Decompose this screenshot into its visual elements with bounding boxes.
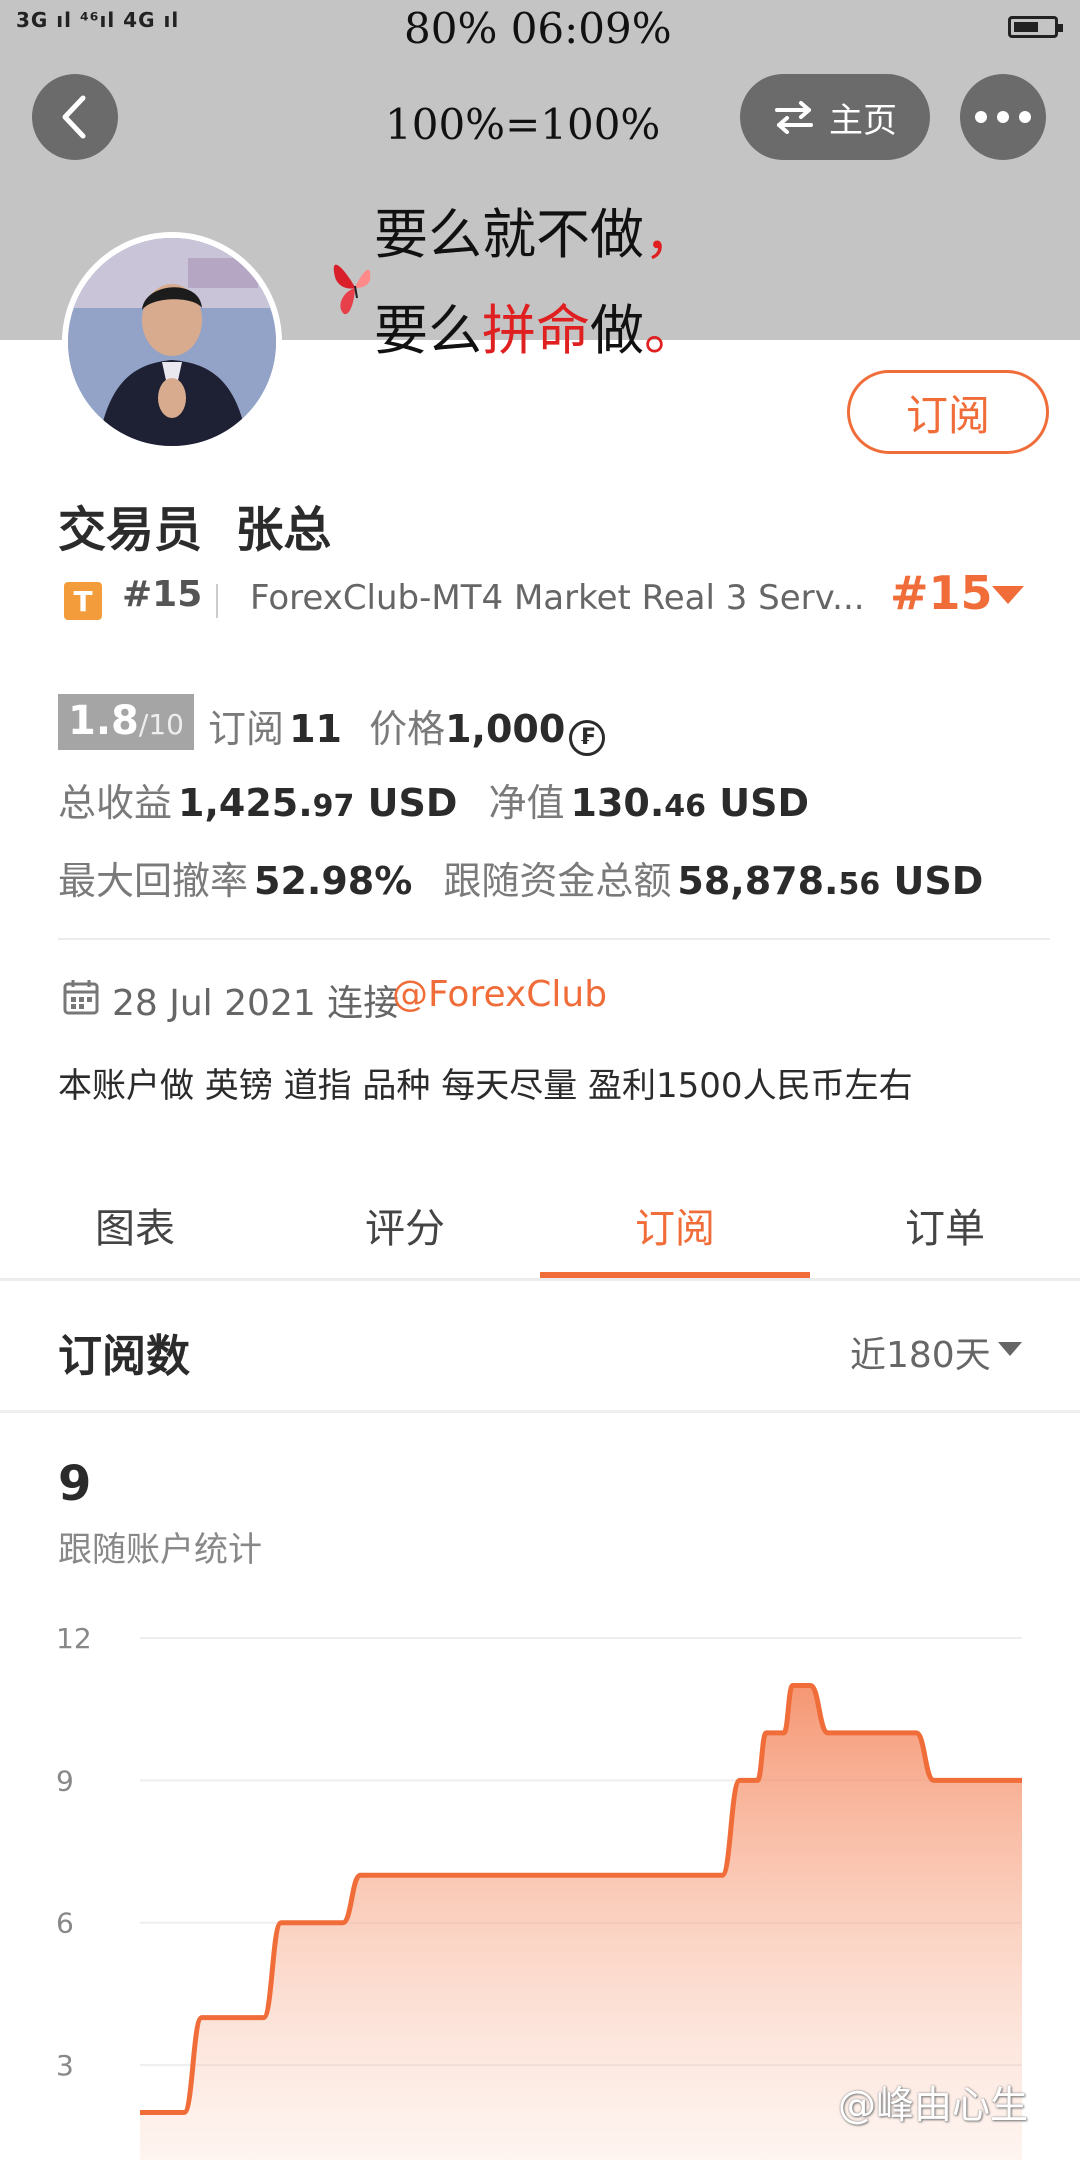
drawdown-row: 最大回撤率 52.98% 跟随资金总额 58,878.56 USD	[58, 850, 983, 905]
banner-line3-d: 。	[644, 299, 698, 362]
broker-link[interactable]: @ForexClub	[392, 974, 607, 1015]
subscribe-button[interactable]: 订阅	[847, 370, 1049, 454]
home-button-label: 主页	[829, 100, 897, 141]
battery-icon	[1008, 16, 1063, 38]
signal-status: 3G ıl ⁴⁶ıl 4G ıl	[16, 8, 180, 32]
tab-rating[interactable]: 评分	[270, 1196, 540, 1254]
banner-line3-b: 拼命	[482, 299, 590, 362]
chevron-left-icon	[62, 95, 86, 139]
butterfly-icon	[333, 264, 371, 315]
banner-line1: 100%=100%	[385, 100, 661, 149]
banner-line3: 要么拼命做。	[374, 286, 698, 365]
calendar-icon	[63, 980, 99, 1015]
equity-dec: 46	[664, 789, 707, 824]
subs-price-row: 订阅 11 价格1,000 ₣	[208, 698, 606, 756]
drawdown-value: 52.98%	[254, 859, 413, 903]
equity-label: 净值	[488, 781, 565, 825]
funds-label: 跟随资金总额	[443, 859, 672, 903]
trader-name: 交易员 张总	[58, 502, 332, 558]
score-badge: 1.8/10	[58, 694, 194, 750]
rank-label: #15	[122, 574, 203, 615]
equity-value: 130.46 USD	[571, 781, 810, 825]
funds-int: 58,878.	[677, 859, 839, 903]
home-button[interactable]: 主页	[740, 74, 930, 160]
drawdown-label: 最大回撤率	[58, 859, 249, 903]
y-tick-label: 9	[56, 1764, 74, 1797]
subs-value: 11	[289, 707, 342, 751]
y-tick-label: 6	[56, 1907, 74, 1940]
account-description: 本账户做 英镑 道指 品种 每天尽量 盈利1500人民币左右	[58, 1066, 913, 1106]
section-divider	[0, 1410, 1080, 1413]
tabs-divider	[0, 1278, 1080, 1281]
banner-line3-a: 要么	[374, 299, 482, 362]
banner-line2-comma: ，	[644, 203, 698, 266]
tab-chart[interactable]: 图表	[0, 1196, 270, 1254]
avatar-photo	[68, 238, 276, 446]
income-value: 1,425.97 USD	[178, 781, 457, 825]
avatar	[62, 232, 282, 452]
banner-top-text: 80% 06:09%	[404, 4, 672, 53]
score-max: /10	[138, 708, 184, 741]
period-dropdown[interactable]: 近180天	[850, 1326, 991, 1378]
caret-down-icon[interactable]	[998, 1342, 1022, 1356]
coin-icon: ₣	[569, 719, 606, 756]
banner-line2: 要么就不做，	[374, 190, 698, 269]
connected-date: 28 Jul 2021 连接	[112, 983, 400, 1024]
section-title: 订阅数	[58, 1331, 190, 1382]
income-int: 1,425.	[178, 781, 313, 825]
equity-unit: USD	[706, 781, 810, 825]
chart-y-axis: 12 9 6 3	[56, 1622, 92, 2082]
rank-dropdown[interactable]: #15	[890, 566, 993, 620]
tab-orders[interactable]: 订单	[810, 1196, 1080, 1254]
banner-line2-text: 要么就不做	[374, 203, 644, 266]
caret-down-icon[interactable]	[992, 586, 1024, 604]
subs-label: 订阅	[208, 707, 285, 751]
trader-type-badge: T	[64, 582, 102, 620]
more-dots-icon	[975, 111, 1031, 123]
more-button[interactable]	[960, 74, 1046, 160]
y-tick-label: 3	[56, 2049, 74, 2082]
follower-count: 9	[58, 1456, 92, 1512]
price-label: 价格	[369, 707, 446, 751]
price-value: 1,000	[445, 707, 566, 751]
tab-subscription[interactable]: 订阅	[540, 1196, 810, 1254]
swap-icon	[775, 101, 813, 134]
equity-int: 130.	[570, 781, 665, 825]
income-label: 总收益	[58, 781, 173, 825]
watermark: @峰由心生	[838, 2083, 1029, 2127]
funds-value: 58,878.56 USD	[677, 859, 983, 903]
funds-dec: 56	[838, 867, 881, 902]
funds-unit: USD	[880, 859, 984, 903]
income-unit: USD	[354, 781, 458, 825]
divider	[58, 938, 1050, 940]
income-row: 总收益 1,425.97 USD 净值 130.46 USD	[58, 772, 809, 827]
back-button[interactable]	[32, 74, 118, 160]
income-dec: 97	[312, 789, 355, 824]
server-name: ForexClub-MT4 Market Real 3 Serv...	[250, 578, 865, 618]
y-tick-label: 12	[56, 1622, 92, 1655]
score-value: 1.8	[68, 698, 139, 744]
separator	[216, 584, 218, 618]
banner-line3-c: 做	[590, 299, 644, 362]
follower-count-label: 跟随账户统计	[58, 1530, 262, 1570]
